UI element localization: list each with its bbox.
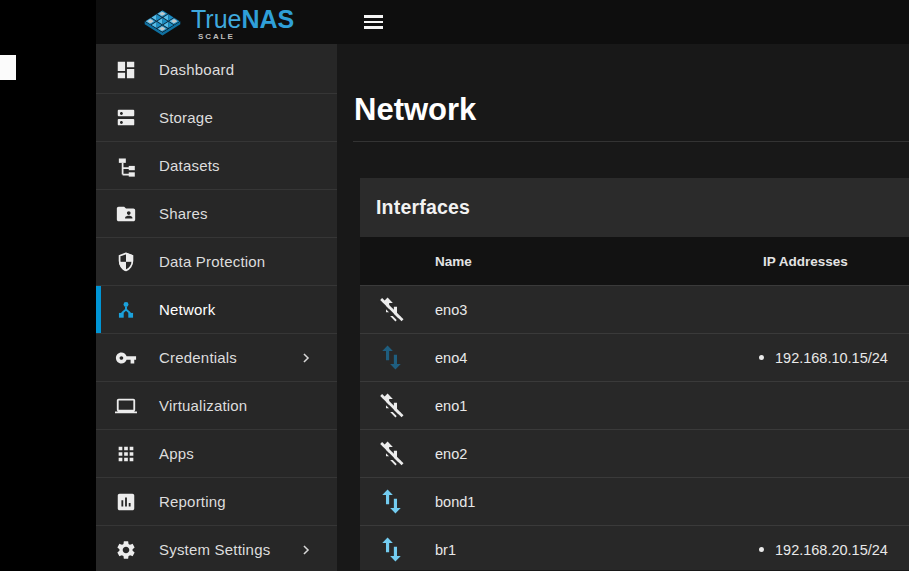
- sidebar-item-data-protection[interactable]: Data Protection: [96, 238, 337, 286]
- interface-name: eno4: [422, 350, 745, 366]
- ip-bullet: [759, 355, 764, 360]
- interface-name: br1: [422, 542, 745, 558]
- sidebar-item-credentials[interactable]: Credentials: [96, 334, 337, 382]
- reporting-icon: [115, 491, 137, 513]
- shares-icon: [115, 203, 137, 225]
- system-settings-icon: [115, 539, 137, 561]
- sidebar-item-label: Storage: [159, 109, 213, 126]
- sidebar-item-label: Data Protection: [159, 253, 265, 270]
- ip-bullet: [759, 547, 764, 552]
- network-icon: [115, 299, 137, 321]
- interface-name: eno3: [422, 302, 745, 318]
- brand-text: TrueNAS SCALE: [191, 2, 294, 42]
- sidebar: Dashboard Storage Datasets Shares Data Prote…: [96, 44, 337, 571]
- hamburger-icon[interactable]: [364, 15, 383, 29]
- ip-column-header: IP Addresses: [745, 254, 909, 269]
- sidebar-item-label: Datasets: [159, 157, 220, 174]
- interface-row-eno2[interactable]: eno2: [360, 429, 909, 477]
- truenas-logo-icon: [144, 9, 181, 37]
- interface-ip-cell: 192.168.10.15/24: [745, 350, 909, 366]
- page-title: Network: [354, 92, 909, 128]
- sidebar-item-label: Shares: [159, 205, 208, 222]
- link-up-icon: [360, 488, 422, 515]
- interfaces-card-header: Interfaces: [360, 178, 909, 237]
- link-disconnected-icon: [360, 392, 422, 419]
- apps-icon: [115, 443, 137, 465]
- sidebar-item-label: Reporting: [159, 493, 226, 510]
- sidebar-item-label: Network: [159, 301, 215, 318]
- brand-name: TrueNAS: [191, 2, 294, 36]
- interface-row-eno1[interactable]: eno1: [360, 381, 909, 429]
- table-header: Name IP Addresses: [360, 237, 909, 285]
- sidebar-item-network[interactable]: Network: [96, 286, 337, 334]
- interface-name: eno2: [422, 446, 745, 462]
- datasets-icon: [115, 155, 137, 177]
- sidebar-item-datasets[interactable]: Datasets: [96, 142, 337, 190]
- sidebar-item-reporting[interactable]: Reporting: [96, 478, 337, 526]
- sidebar-item-apps[interactable]: Apps: [96, 430, 337, 478]
- app-shell: Dashboard Storage Datasets Shares Data Prote…: [96, 44, 909, 571]
- link-up-dim-icon: [360, 344, 422, 371]
- link-disconnected-icon: [360, 296, 422, 323]
- sidebar-item-shares[interactable]: Shares: [96, 190, 337, 238]
- chevron-right-icon: [299, 351, 313, 365]
- truenas-window: TrueNAS SCALE Dashboard Storage Datasets Sh…: [96, 0, 909, 571]
- name-column-header: Name: [422, 254, 745, 269]
- credentials-icon: [115, 347, 137, 369]
- main-content: Network Interfaces Name IP Addresses eno…: [337, 44, 909, 571]
- sidebar-item-label: Apps: [159, 445, 194, 462]
- interfaces-card-title: Interfaces: [376, 196, 470, 219]
- chevron-right-icon: [299, 543, 313, 557]
- link-disconnected-icon: [360, 440, 422, 467]
- sidebar-item-label: System Settings: [159, 541, 270, 558]
- sidebar-item-dashboard[interactable]: Dashboard: [96, 46, 337, 94]
- interface-row-eno4[interactable]: eno4 192.168.10.15/24: [360, 333, 909, 381]
- interface-row-bond1[interactable]: bond1: [360, 477, 909, 525]
- interface-ip-cell: 192.168.20.15/24: [745, 542, 909, 558]
- interface-ip: 192.168.10.15/24: [775, 350, 888, 366]
- interface-name: bond1: [422, 494, 745, 510]
- sidebar-item-label: Credentials: [159, 349, 237, 366]
- interface-row-br1[interactable]: br1 192.168.20.15/24: [360, 525, 909, 570]
- data-protection-icon: [115, 251, 137, 273]
- interface-row-eno3[interactable]: eno3: [360, 285, 909, 333]
- interface-name: eno1: [422, 398, 745, 414]
- storage-icon: [115, 107, 137, 129]
- desktop: { "artifact": { "note": "small white rec…: [0, 0, 909, 571]
- active-indicator: [96, 286, 101, 333]
- sidebar-item-system-settings[interactable]: System Settings: [96, 526, 337, 571]
- sidebar-item-storage[interactable]: Storage: [96, 94, 337, 142]
- virtualization-icon: [115, 395, 137, 417]
- desktop-artifact: [0, 55, 16, 80]
- brand-subtitle: SCALE: [198, 32, 235, 41]
- dashboard-icon: [115, 59, 137, 81]
- sidebar-item-label: Dashboard: [159, 61, 234, 78]
- table-body: eno3 eno4 192.168.10.15/24 eno1 eno2 bond1 br1…: [360, 285, 909, 570]
- page-divider: [353, 141, 909, 142]
- top-bar: TrueNAS SCALE: [96, 0, 909, 44]
- sidebar-item-virtualization[interactable]: Virtualization: [96, 382, 337, 430]
- interfaces-card: Interfaces Name IP Addresses eno3 eno4 192…: [360, 178, 909, 570]
- truenas-logo[interactable]: TrueNAS SCALE: [144, 2, 294, 42]
- sidebar-item-label: Virtualization: [159, 397, 247, 414]
- interface-ip: 192.168.20.15/24: [775, 542, 888, 558]
- link-up-icon: [360, 536, 422, 563]
